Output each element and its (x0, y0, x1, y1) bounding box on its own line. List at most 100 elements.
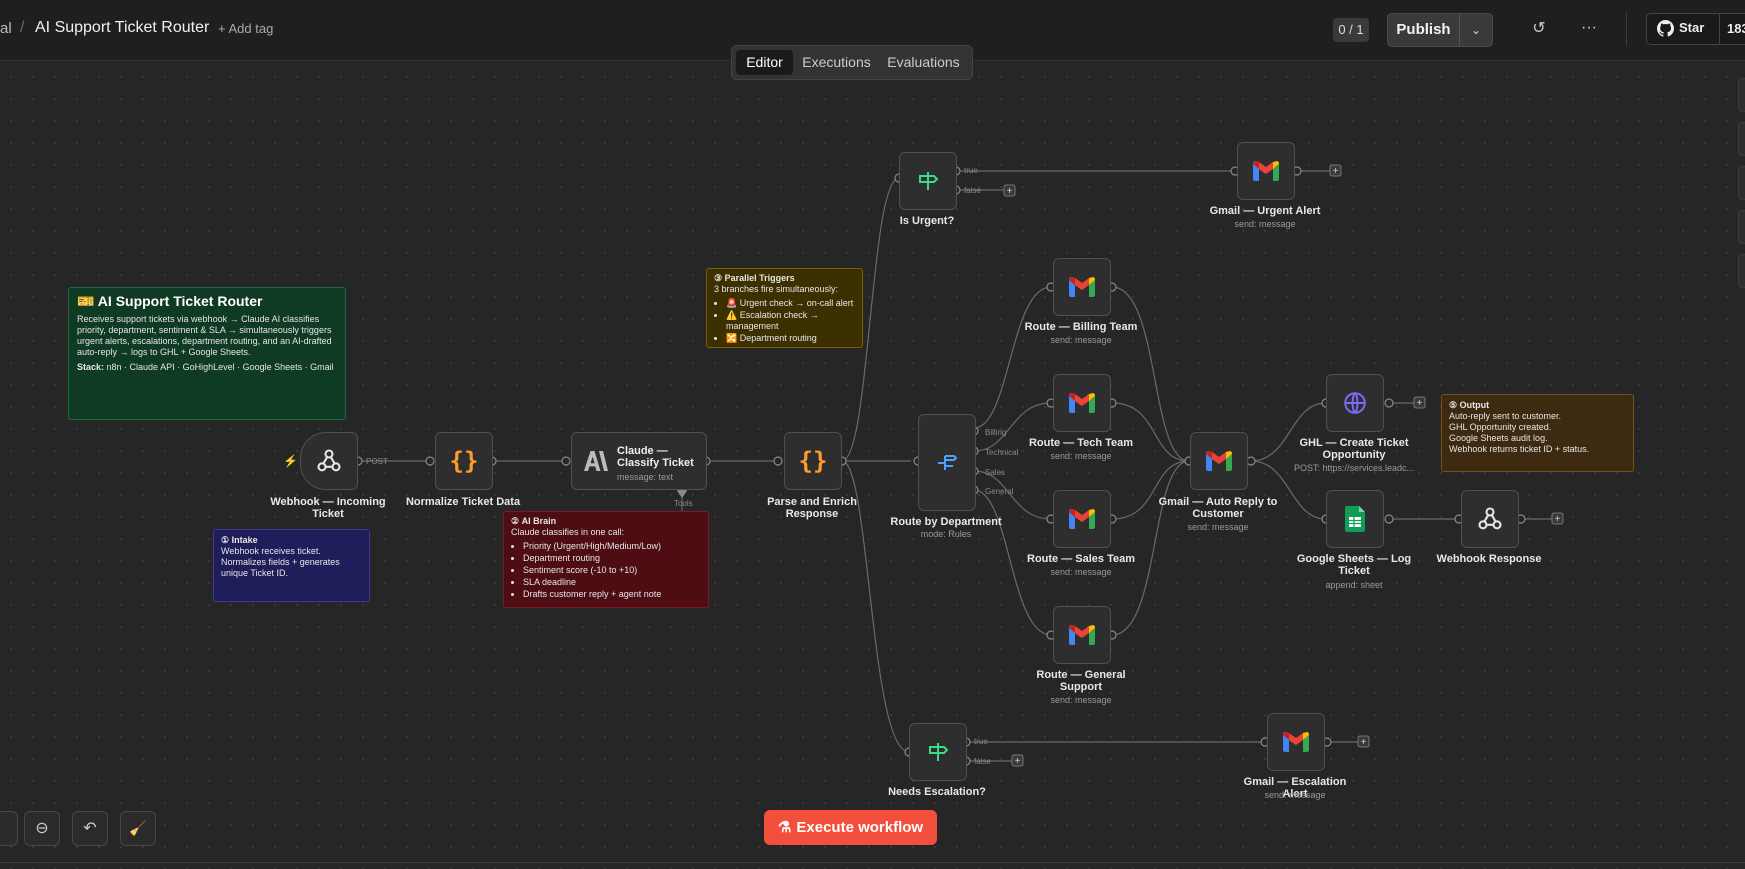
sticky-output-title: Output (1459, 400, 1490, 410)
gmail-icon (1069, 393, 1095, 413)
list-item: Priority (Urgent/High/Medium/Low) (523, 541, 701, 552)
port-label-true: true (974, 737, 988, 746)
node-label: Needs Escalation? (888, 786, 986, 798)
node-gmail-escalation-alert[interactable] (1267, 713, 1325, 771)
node-webhook-response[interactable] (1461, 490, 1519, 548)
svg-text:+: + (1015, 756, 1021, 767)
node-route-sales[interactable] (1053, 490, 1111, 548)
gmail-icon (1069, 277, 1095, 297)
zoom-in-button[interactable] (0, 811, 18, 846)
node-needs-escalation[interactable] (909, 723, 967, 781)
sticky-stack-text: n8n · Claude API · GoHighLevel · Google … (106, 362, 334, 372)
sticky-note-output[interactable]: ⑤ Output Auto-reply sent to customer. GH… (1441, 394, 1634, 472)
node-label: Gmail — Urgent Alert (1209, 205, 1321, 217)
divider (0, 862, 1745, 863)
sticky-intake-title: Intake (231, 535, 258, 545)
sticky-output-line: Google Sheets audit log. (1449, 433, 1548, 443)
webhook-icon (1478, 507, 1502, 530)
code-braces-icon: {} (798, 447, 828, 475)
sticky-parallel-title: Parallel Triggers (724, 273, 795, 283)
if-branch-icon (929, 743, 949, 761)
node-route-general[interactable] (1053, 606, 1111, 664)
node-label: Route by Department (890, 516, 1002, 528)
node-label: Google Sheets — Log Ticket (1296, 553, 1412, 577)
sticky-note-intake[interactable]: ① Intake Webhook receives ticket. Normal… (213, 529, 370, 602)
gmail-icon (1069, 509, 1095, 529)
node-parse-enrich[interactable]: {} (784, 432, 842, 490)
undo-button[interactable]: ↶ (72, 811, 108, 846)
port-label-false: false (964, 186, 981, 195)
execute-workflow-button[interactable]: ⚗ Execute workflow (764, 810, 937, 845)
node-is-urgent[interactable] (899, 152, 957, 210)
node-route-tech[interactable] (1053, 374, 1111, 432)
svg-text:+: + (1555, 514, 1561, 525)
node-gmail-auto-reply[interactable] (1190, 432, 1248, 490)
node-subtitle: send: message (1234, 219, 1296, 229)
list-item: Department routing (523, 553, 701, 564)
node-title: Claude — Classify Ticket (617, 445, 694, 469)
sticky-brain-intro: Claude classifies in one call: (511, 527, 625, 537)
sticky-note-ai-brain[interactable]: ② AI Brain Claude classifies in one call… (503, 511, 709, 608)
port-label-sales: Sales (985, 468, 1006, 477)
node-route-by-department[interactable] (918, 414, 976, 511)
globe-icon (1344, 392, 1366, 414)
sticky-brain-number: ② (511, 516, 520, 526)
node-claude-classify[interactable]: Claude — Classify Ticket message: text (571, 432, 707, 490)
svg-text:+: + (1417, 398, 1423, 409)
gmail-icon (1206, 451, 1232, 471)
sticky-intake-body: Webhook receives ticket. Normalizes fiel… (221, 546, 340, 578)
sticky-output-line: Webhook returns ticket ID + status. (1449, 444, 1590, 454)
node-webhook-incoming[interactable] (300, 432, 358, 490)
sticky-brain-title: AI Brain (521, 516, 557, 526)
zoom-out-icon: ⊖ (35, 820, 49, 837)
list-item: Drafts customer reply + agent note (523, 589, 701, 600)
if-branch-icon (919, 172, 939, 190)
list-item: SLA deadline (523, 577, 701, 588)
node-subtitle: append: sheet (1325, 580, 1383, 590)
node-subtitle: send: message (1264, 790, 1326, 800)
sticky-output-line: GHL Opportunity created. (1449, 422, 1552, 432)
node-subtitle: send: message (1050, 451, 1112, 461)
undo-icon: ↶ (83, 820, 97, 837)
node-subtitle: mode: Rules (920, 529, 972, 539)
node-label: Route — Tech Team (1028, 437, 1134, 449)
trigger-bolt-icon: ⚡ (283, 454, 298, 468)
svg-text:+: + (1361, 737, 1367, 748)
node-label: Webhook Response (1436, 553, 1542, 565)
gmail-icon (1283, 732, 1309, 752)
node-subtitle: send: message (1050, 695, 1112, 705)
tidy-up-button[interactable]: 🧹 (120, 811, 156, 846)
node-normalize-ticket[interactable]: {} (435, 432, 493, 490)
port-label-general: General (985, 487, 1014, 496)
anthropic-icon (584, 451, 608, 471)
code-braces-icon: {} (449, 447, 479, 475)
node-subtitle: POST: https://services.leadc... (1293, 463, 1415, 473)
svg-text:+: + (1333, 166, 1339, 177)
node-label: Normalize Ticket Data (405, 496, 521, 508)
port-label-tools: Tools (674, 499, 693, 508)
node-label: Gmail — Auto Reply to Customer (1158, 496, 1278, 520)
node-label: Parse and Enrich Response (767, 496, 857, 520)
node-gmail-urgent-alert[interactable] (1237, 142, 1295, 200)
node-label: GHL — Create Ticket Opportunity (1299, 437, 1409, 461)
port-label-post: POST (366, 457, 388, 466)
gmail-icon (1069, 625, 1095, 645)
node-ghl-create-opportunity[interactable] (1326, 374, 1384, 432)
zoom-out-button[interactable]: ⊖ (24, 811, 60, 846)
list-item: 🚨 Urgent check → on-call alert (726, 298, 855, 309)
sticky-note-overview[interactable]: 🎫 AI Support Ticket Router Receives supp… (68, 287, 346, 420)
webhook-icon (317, 449, 341, 472)
sticky-overview-title: 🎫 AI Support Ticket Router (77, 293, 263, 309)
list-item: Sentiment score (-10 to +10) (523, 565, 701, 576)
node-label: Route — General Support (1036, 669, 1126, 693)
port-label-true: true (964, 166, 978, 175)
port-label-billing: Billing (985, 428, 1007, 437)
sticky-overview-body: Receives support tickets via webhook → C… (77, 314, 332, 357)
sticky-parallel-number: ③ (714, 273, 723, 283)
node-route-billing[interactable] (1053, 258, 1111, 316)
node-subtitle: send: message (1050, 567, 1112, 577)
sticky-note-parallel[interactable]: ③ Parallel Triggers 3 branches fire simu… (706, 268, 863, 348)
node-label: Route — Billing Team (1024, 321, 1138, 333)
svg-text:+: + (1007, 186, 1013, 197)
node-google-sheets-log[interactable] (1326, 490, 1384, 548)
